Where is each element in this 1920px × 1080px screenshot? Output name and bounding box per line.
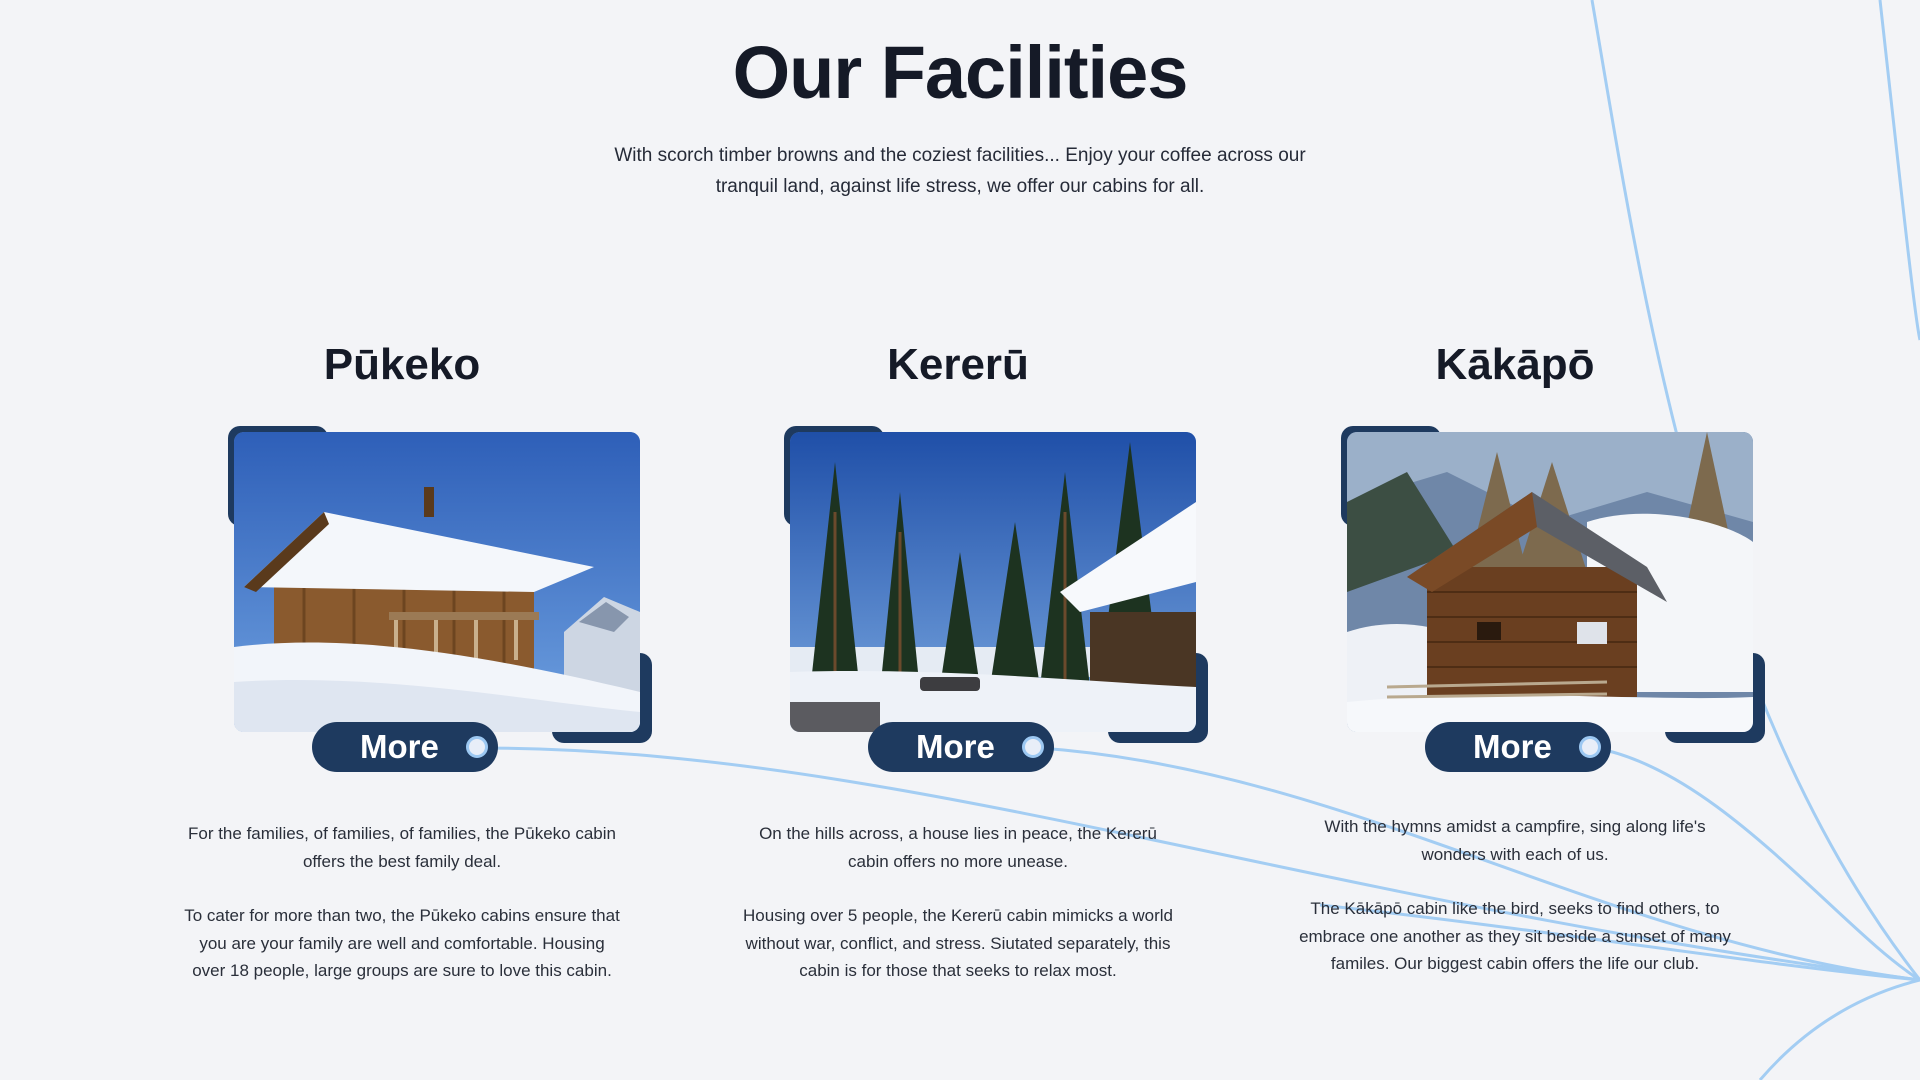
cabin-description: With the hymns amidst a campfire, sing a…: [1297, 813, 1733, 978]
cabin-photo-frame: [228, 426, 652, 743]
more-button[interactable]: More: [868, 722, 1054, 772]
cabin-title: Pūkeko: [323, 340, 481, 389]
more-button-label: More: [1473, 728, 1552, 765]
cabin-description-details: To cater for more than two, the Pūkeko c…: [184, 906, 620, 980]
page-subtitle: With scorch timber browns and the cozies…: [614, 145, 1306, 197]
more-button[interactable]: More: [312, 722, 498, 772]
cabin-description-details: Housing over 5 people, the Kererū cabin …: [743, 906, 1173, 980]
cabin-photo-kakapo: [1347, 432, 1753, 732]
cabin-photo-frame: [784, 426, 1208, 743]
cabin-card-pukeko: Pūkeko More For the families, of familie…: [122, 330, 682, 1030]
cabin-description-intro: For the families, of families, of famili…: [187, 824, 616, 871]
cabin-description-details: The Kākāpō cabin like the bird, seeks to…: [1299, 899, 1731, 973]
cabin-photo-frame: [1341, 426, 1765, 743]
more-button-label: More: [916, 728, 995, 765]
cabin-card-kereru: Kererū More On the hills across, a house…: [678, 330, 1238, 1030]
facilities-section: Our Facilities With scorch timber browns…: [0, 0, 1920, 1080]
connector-dot-icon: [1579, 736, 1601, 758]
cabin-description: For the families, of families, of famili…: [184, 820, 620, 985]
cabin-title: Kererū: [887, 340, 1029, 389]
cabin-description: On the hills across, a house lies in pea…: [740, 820, 1176, 985]
cabin-description-intro: On the hills across, a house lies in pea…: [759, 824, 1157, 871]
connector-dot-icon: [1022, 736, 1044, 758]
cabin-card-kakapo: Kākāpō More With the hymns amidst a camp…: [1235, 330, 1795, 1030]
cabin-title: Kākāpō: [1435, 340, 1595, 389]
cabin-description-intro: With the hymns amidst a campfire, sing a…: [1324, 817, 1706, 864]
page-title: Our Facilities: [732, 31, 1189, 114]
more-button-label: More: [360, 728, 439, 765]
cabin-photo-kereru: [790, 432, 1196, 732]
cabin-photo-pukeko: [234, 432, 640, 732]
more-button[interactable]: More: [1425, 722, 1611, 772]
connector-dot-icon: [466, 736, 488, 758]
